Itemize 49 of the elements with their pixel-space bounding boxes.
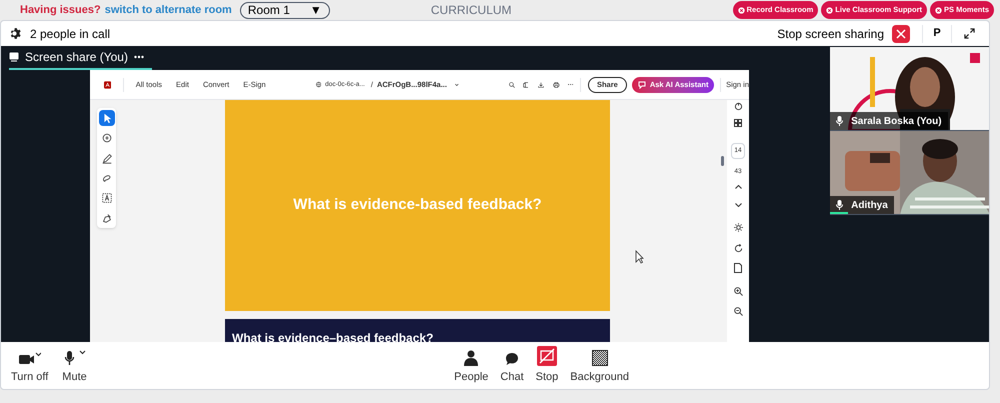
fullscreen-icon[interactable] [964, 28, 975, 39]
print-icon[interactable] [553, 80, 560, 90]
monitor-icon [9, 52, 19, 62]
close-icon [896, 28, 906, 38]
slide-title: What is evidence–based feedback? [232, 331, 434, 342]
issue-text: Having issues? [20, 2, 101, 18]
slide-title: What is evidence-based feedback? [293, 195, 542, 216]
chat-button[interactable]: Chat [500, 346, 524, 386]
camera-icon [18, 352, 41, 366]
stop-button[interactable]: Stop [536, 346, 558, 386]
microphone-icon [836, 116, 844, 126]
thumbnails-icon[interactable] [734, 119, 742, 127]
stop-sharing-label: Stop screen sharing [777, 26, 884, 42]
mic-button[interactable]: Mute [62, 346, 87, 386]
chat-bubble-icon [638, 80, 647, 88]
cursor-icon [635, 250, 644, 264]
download-icon[interactable] [538, 80, 544, 90]
camera-button[interactable]: Turn off [11, 346, 48, 386]
people-button[interactable]: People [454, 346, 488, 386]
close-circle-icon [934, 6, 942, 14]
globe-icon [316, 80, 322, 89]
checker-pattern-icon [592, 350, 608, 366]
page-title: CURRICULUM [430, 2, 512, 19]
zoom-out-icon[interactable] [734, 306, 742, 316]
chat-bubble-icon [505, 352, 520, 366]
microphone-icon [836, 200, 844, 210]
participant-name: Adithya [851, 198, 888, 212]
people-count: 2 people in call [30, 26, 110, 42]
more-icon[interactable] [134, 55, 144, 59]
chevron-up-icon[interactable] [734, 184, 742, 188]
brightness-icon[interactable] [734, 222, 742, 232]
person-icon [464, 350, 478, 366]
avatar-button[interactable]: P [922, 24, 952, 42]
pdf-logo-icon [104, 78, 112, 90]
zoom-in-icon[interactable] [734, 286, 742, 296]
background-button[interactable]: Background [570, 346, 629, 386]
screen-share-off-icon [536, 346, 557, 366]
participant-name: Sarala Boska (You) [851, 114, 942, 128]
select-tool-icon[interactable] [98, 110, 114, 126]
close-circle-icon [738, 6, 745, 14]
chevron-down-icon[interactable] [454, 82, 459, 86]
search-icon[interactable] [508, 80, 515, 90]
document-icon[interactable] [734, 262, 742, 272]
rotate-icon[interactable] [734, 244, 742, 252]
close-circle-icon [826, 6, 834, 14]
room-select[interactable]: Room 1 ▼ [240, 2, 330, 18]
microphone-icon [64, 350, 86, 366]
chevron-down-icon[interactable] [734, 202, 742, 206]
stop-sharing-button[interactable] [892, 24, 910, 42]
